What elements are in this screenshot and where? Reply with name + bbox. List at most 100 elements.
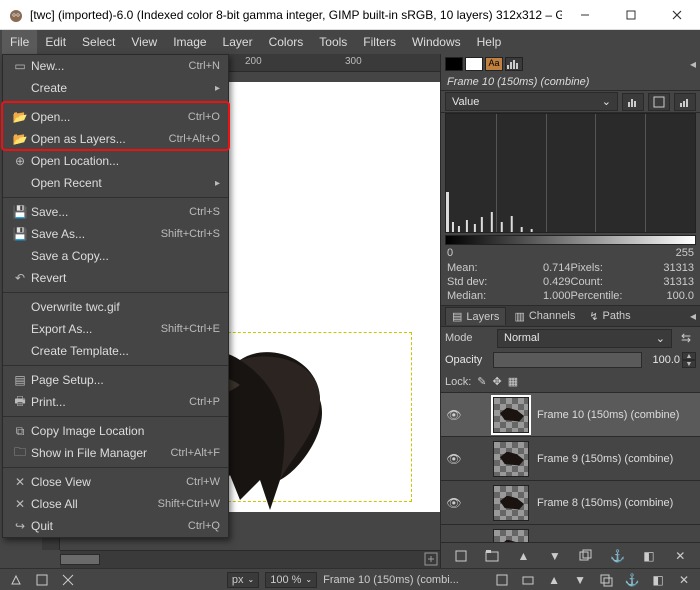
channel-select[interactable]: Value⌄ [445,92,618,111]
raise-layer-button[interactable]: ▲ [512,546,534,566]
duplicate-layer-button[interactable] [575,546,597,566]
visibility-eye-icon[interactable]: 👁 [445,408,463,422]
histogram-log-button[interactable] [648,93,670,111]
layer-row[interactable]: 👁Frame 7 (150ms) (combine) [441,525,700,542]
menu-item-label: Page Setup... [29,373,220,387]
footer-icon-1[interactable] [6,571,26,589]
menu-item-save[interactable]: 💾Save...Ctrl+S [3,201,228,223]
chevron-down-icon: ⌄ [305,575,312,584]
layer-row[interactable]: 👁 Frame 10 (150ms) (combine) [441,393,700,437]
lock-alpha-icon[interactable]: ▦ [508,375,518,388]
tab-paths[interactable]: ↯Paths [583,308,636,325]
menu-item-open-as-layers[interactable]: 📂Open as Layers...Ctrl+Alt+O [3,128,228,150]
layer-name[interactable]: Frame 10 (150ms) (combine) [537,409,696,421]
footer-right-icon-8[interactable]: ✕ [674,571,694,589]
layer-row[interactable]: 👁 Frame 9 (150ms) (combine) [441,437,700,481]
menu-windows[interactable]: Windows [404,30,469,54]
menu-colors[interactable]: Colors [261,30,312,54]
menu-tools[interactable]: Tools [311,30,355,54]
menu-item-show-in-file-manager[interactable]: 🗀Show in File ManagerCtrl+Alt+F [3,442,228,464]
lock-pixels-icon[interactable]: ✎ [477,375,486,388]
close-button[interactable] [654,0,700,30]
menu-layer[interactable]: Layer [215,30,261,54]
menu-item-quit[interactable]: ↪QuitCtrl+Q [3,515,228,537]
histogram-perceptual-button[interactable] [674,93,696,111]
layer-row[interactable]: 👁 Frame 8 (150ms) (combine) [441,481,700,525]
layer-thumbnail[interactable] [493,529,529,543]
unit-select[interactable]: px⌄ [227,572,259,588]
histogram-tab-icon[interactable] [505,57,523,71]
dock-menu-arrow-icon[interactable]: ◂ [690,309,696,323]
delete-layer-button[interactable]: ✕ [669,546,691,566]
dock-menu-arrow-icon[interactable]: ◂ [690,57,696,71]
tab-channels[interactable]: ▥Channels [508,308,581,325]
menu-item-print[interactable]: 🖶Print...Ctrl+P [3,391,228,413]
menu-item-close-view[interactable]: ✕Close ViewCtrl+W [3,471,228,493]
swatch-text-icon[interactable]: Aa [485,57,503,71]
layer-name[interactable]: Frame 9 (150ms) (combine) [537,453,696,465]
swatch-white-icon[interactable] [465,57,483,71]
menu-item-create[interactable]: Create▸ [3,77,228,99]
maximize-button[interactable] [608,0,654,30]
layer-name[interactable]: Frame 8 (150ms) (combine) [537,497,696,509]
menu-edit[interactable]: Edit [37,30,74,54]
footer-right-icon-3[interactable]: ▲ [544,571,564,589]
menu-help[interactable]: Help [469,30,510,54]
menubar: File Edit Select View Image Layer Colors… [0,30,700,54]
menu-item-save-a-copy[interactable]: Save a Copy... [3,245,228,267]
menu-item-save-as[interactable]: 💾Save As...Shift+Ctrl+S [3,223,228,245]
footer-icon-2[interactable] [32,571,52,589]
window-title: [twc] (imported)-6.0 (Indexed color 8-bi… [30,8,562,22]
menu-item-open-recent[interactable]: Open Recent▸ [3,172,228,194]
lower-layer-button[interactable]: ▼ [544,546,566,566]
menu-item-copy-image-location[interactable]: ⧉Copy Image Location [3,420,228,442]
footer-right-icon-5[interactable] [596,571,616,589]
visibility-eye-icon[interactable]: 👁 [445,496,463,510]
footer-right-icon-1[interactable] [492,571,512,589]
gimp-icon [8,7,24,23]
minimize-button[interactable] [562,0,608,30]
navigation-icon[interactable] [424,552,438,566]
tab-layers[interactable]: ▤Layers [445,307,506,325]
layer-thumbnail[interactable] [493,397,529,433]
histogram[interactable] [445,113,696,233]
footer-icon-3[interactable] [58,571,78,589]
footer-right-icon-2[interactable] [518,571,538,589]
menu-image[interactable]: Image [165,30,214,54]
menu-item-revert[interactable]: ↶Revert [3,267,228,289]
menu-item-new[interactable]: ▭New...Ctrl+N [3,55,228,77]
opacity-spinner[interactable]: ▲▼ [682,352,696,368]
mode-switch-button[interactable]: ⇆ [676,329,696,347]
layer-thumbnail[interactable] [493,485,529,521]
visibility-eye-icon[interactable]: 👁 [445,452,463,466]
swatch-black-icon[interactable] [445,57,463,71]
new-icon: ▭ [11,59,29,73]
merge-down-button[interactable]: ⚓ [607,546,629,566]
menu-item-export-as[interactable]: Export As...Shift+Ctrl+E [3,318,228,340]
menu-view[interactable]: View [123,30,165,54]
menu-item-page-setup[interactable]: ▤Page Setup... [3,369,228,391]
scrollbar-thumb[interactable] [60,554,100,565]
opacity-slider[interactable] [493,352,642,368]
footer-right-icon-7[interactable]: ◧ [648,571,668,589]
new-group-button[interactable] [481,546,503,566]
new-layer-button[interactable] [450,546,472,566]
histogram-gradient[interactable] [445,235,696,245]
footer-right-icon-4[interactable]: ▼ [570,571,590,589]
horizontal-scrollbar[interactable] [60,550,440,568]
menu-select[interactable]: Select [74,30,123,54]
menu-filters[interactable]: Filters [355,30,404,54]
footer-right-icon-6[interactable]: ⚓ [622,571,642,589]
menu-item-close-all[interactable]: ✕Close AllShift+Ctrl+W [3,493,228,515]
histogram-linear-button[interactable] [622,93,644,111]
add-mask-button[interactable]: ◧ [638,546,660,566]
menu-item-open-location[interactable]: ⊕Open Location... [3,150,228,172]
mode-select[interactable]: Normal⌄ [497,329,672,348]
menu-file[interactable]: File [2,30,37,54]
lock-position-icon[interactable]: ✥ [493,375,502,388]
menu-item-open[interactable]: 📂Open...Ctrl+O [3,106,228,128]
zoom-select[interactable]: 100 %⌄ [265,572,317,588]
menu-item-create-template[interactable]: Create Template... [3,340,228,362]
menu-item-overwrite-twc-gif[interactable]: Overwrite twc.gif [3,296,228,318]
layer-thumbnail[interactable] [493,441,529,477]
